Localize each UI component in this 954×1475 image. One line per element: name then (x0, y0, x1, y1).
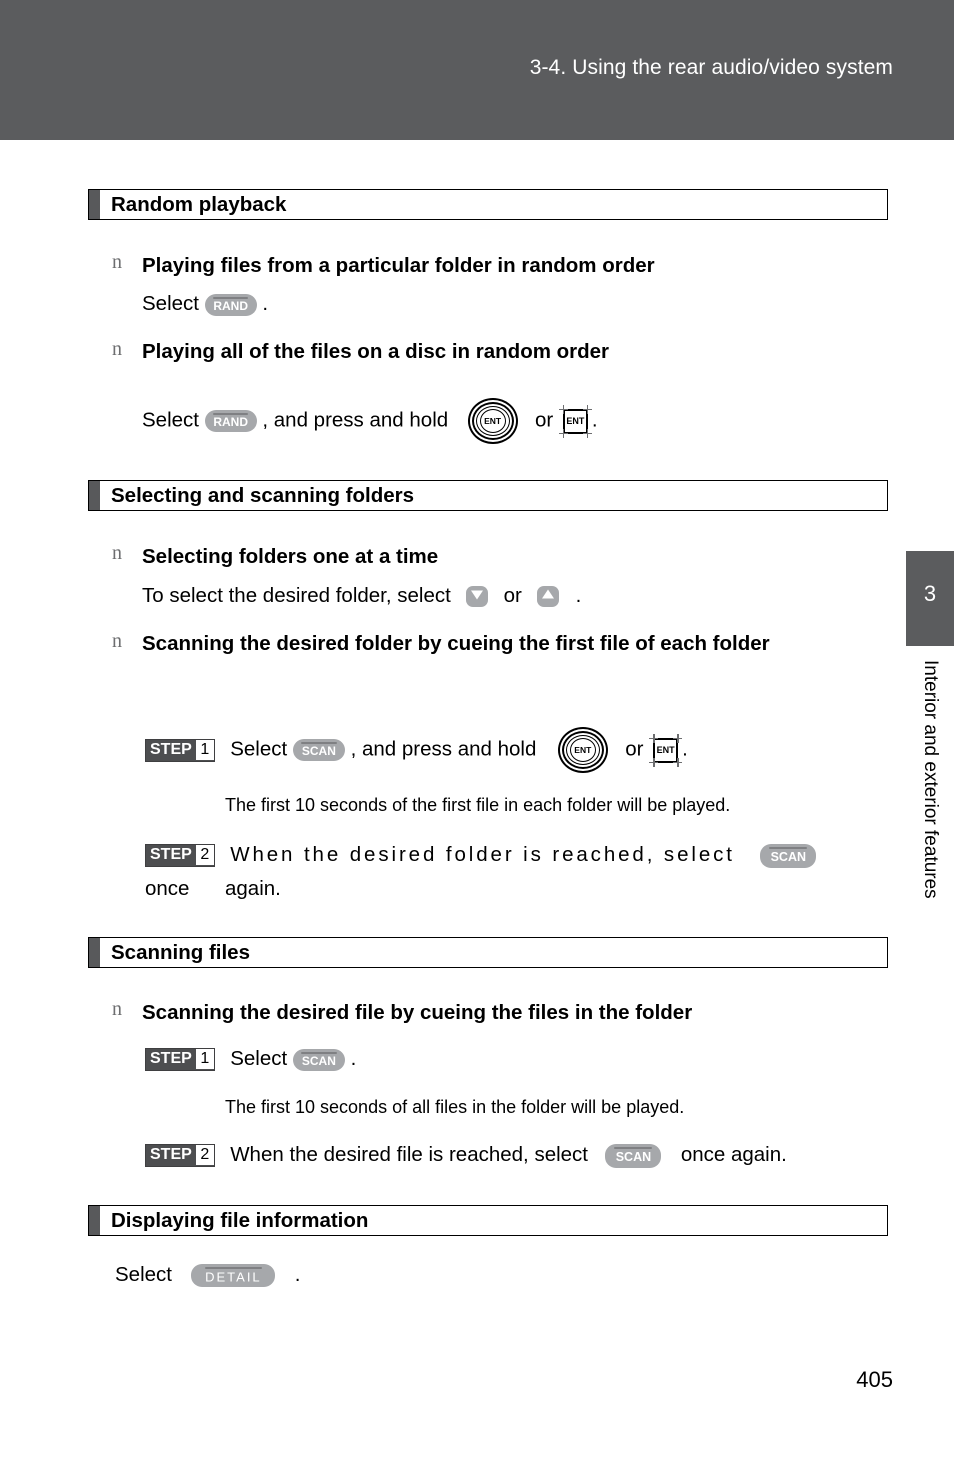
step-badge-number: 2 (195, 845, 214, 866)
instruction-or: or (534, 408, 554, 432)
section-title: Displaying file information (111, 1208, 369, 1232)
instruction-suffix: . (262, 292, 269, 315)
instruction-prefix: To select the desired folder, select (142, 584, 451, 607)
ent-button-icon[interactable]: ENT (558, 404, 592, 438)
step-badge: STEP 2 (145, 844, 215, 868)
section-header-random-playback: Random playback (88, 189, 888, 220)
step-text-suffix: . (682, 737, 688, 761)
ent-dial-icon[interactable]: ENT (557, 727, 608, 773)
section-accent-tab (89, 481, 100, 510)
step-text-suffix: . (350, 1047, 357, 1070)
step-text-mid: , and press and hold (350, 737, 537, 761)
bullet-marker: n (112, 338, 122, 360)
step-line-wrap: again. (225, 877, 281, 900)
section-accent-tab (89, 190, 100, 219)
step-badge-word: STEP (150, 846, 192, 864)
section-title: Random playback (111, 192, 287, 216)
item-heading: Selecting folders one at a time (142, 545, 439, 568)
step-badge: STEP 1 (145, 738, 215, 762)
item-heading: Playing files from a particular folder i… (142, 254, 655, 277)
rand-key-icon[interactable]: RAND (204, 293, 257, 316)
ent-dial-icon[interactable]: ENT (467, 398, 518, 444)
item-heading: Scanning the desired folder by cueing th… (142, 632, 770, 655)
page-content: Random playback n Playing files from a p… (0, 0, 954, 1475)
item-heading: Scanning the desired file by cueing the … (142, 1001, 693, 1024)
item-heading: Playing all of the files on a disc in ra… (142, 340, 610, 363)
instruction-prefix: Select (142, 408, 199, 432)
section-header-selecting-and-scanning-folders: Selecting and scanning folders (88, 480, 888, 511)
bullet-marker: n (112, 630, 122, 652)
scan-key-icon[interactable]: SCAN (605, 1143, 662, 1168)
instruction-suffix: . (294, 1263, 301, 1286)
step-badge-word: STEP (150, 740, 192, 758)
instruction-prefix: Select (115, 1263, 172, 1286)
detail-key-icon[interactable]: DETAIL (191, 1264, 276, 1288)
step-text-suffix: once (145, 877, 190, 900)
page-number: 405 (856, 1367, 893, 1392)
step-badge: STEP 1 (145, 1048, 215, 1072)
step-badge-number: 1 (195, 1049, 214, 1070)
item-instruction-line: To select the desired folder, select or … (142, 579, 581, 613)
ent-button-icon[interactable]: ENT (649, 733, 683, 767)
step-line: STEP 2 When the desired file is reached, … (145, 1138, 787, 1172)
instruction-prefix: Select (142, 292, 199, 315)
scan-key-icon[interactable]: SCAN (292, 739, 345, 761)
instruction-suffix: . (591, 408, 598, 432)
section-header-scanning-files: Scanning files (88, 937, 888, 968)
section-title: Selecting and scanning folders (111, 483, 415, 507)
arrow-down-key-icon[interactable] (466, 586, 489, 608)
rand-key-icon[interactable]: RAND (204, 410, 257, 432)
step-text-suffix: once again. (680, 1143, 787, 1166)
bullet-marker: n (112, 998, 122, 1020)
section-accent-tab (89, 938, 100, 967)
section-header-displaying-file-information: Displaying file information (88, 1205, 888, 1236)
step-badge-number: 2 (195, 1145, 214, 1166)
step-badge-word: STEP (150, 1050, 192, 1068)
scan-key-icon[interactable]: SCAN (760, 843, 817, 868)
step-text-or: or (625, 737, 644, 761)
step-badge-number: 1 (195, 739, 214, 760)
step-badge: STEP 2 (145, 1144, 215, 1168)
item-instruction-line: Select RAND . (142, 287, 268, 321)
step-text-prefix: When the desired folder is reached, sele… (230, 843, 735, 866)
step-badge-word: STEP (150, 1146, 192, 1164)
step-text-prefix: Select (230, 1047, 288, 1070)
bullet-marker: n (112, 251, 122, 273)
step-line: STEP 1 Select SCAN . (145, 1042, 356, 1076)
step-text-prefix: Select (230, 737, 288, 761)
step-note: The first 10 seconds of the first file i… (225, 795, 731, 815)
step-line: STEP 1 Select SCAN , and press and hold E… (145, 727, 688, 773)
step-note: The first 10 seconds of all files in the… (225, 1097, 685, 1117)
instruction-mid: , and press and hold (262, 408, 449, 432)
arrow-up-key-icon[interactable] (537, 586, 560, 608)
step-text-prefix: When the desired file is reached, select (230, 1143, 589, 1166)
instruction-suffix: . (575, 584, 582, 607)
bullet-marker: n (112, 542, 122, 564)
section-accent-tab (89, 1206, 100, 1235)
section-title: Scanning files (111, 940, 250, 964)
item-instruction-line: Select DETAIL . (115, 1258, 301, 1292)
instruction-or: or (503, 584, 522, 607)
scan-key-icon[interactable]: SCAN (292, 1048, 345, 1071)
item-instruction-line: Select RAND , and press and hold ENT or … (142, 398, 598, 444)
